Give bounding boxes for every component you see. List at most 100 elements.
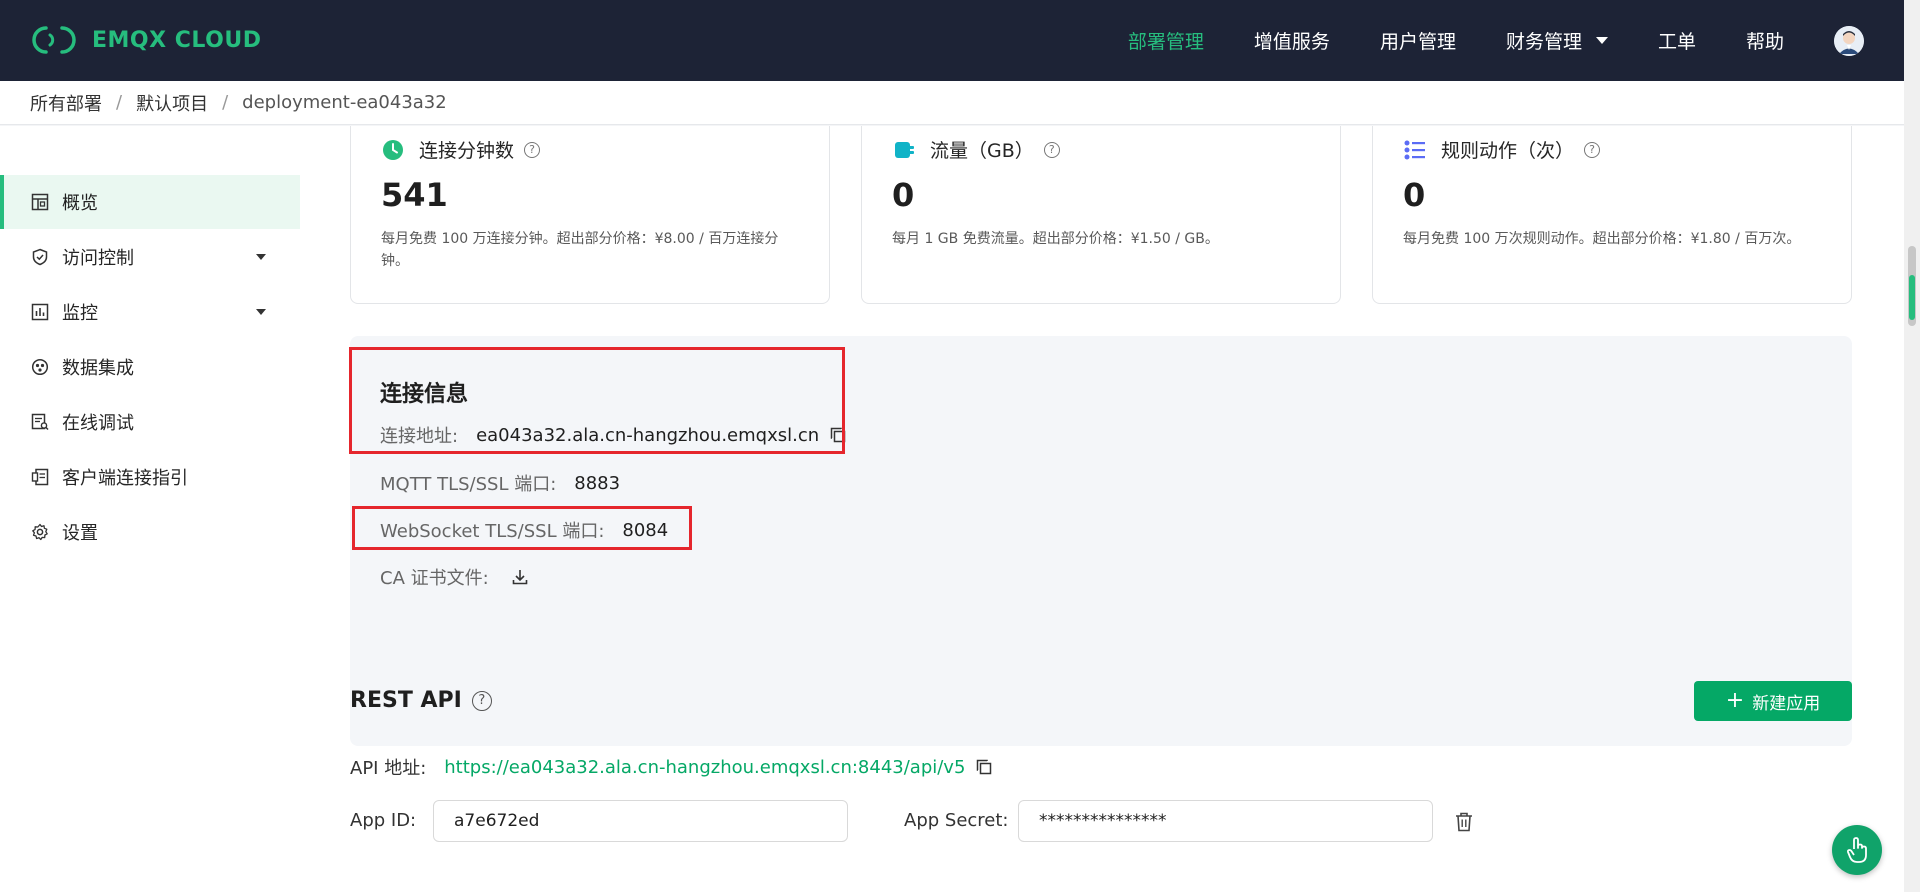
rest-api-title: REST API ? xyxy=(350,688,492,713)
help-icon[interactable]: ? xyxy=(524,141,541,158)
brand-name: EMQX CLOUD xyxy=(92,27,262,53)
card-title: 规则动作（次） xyxy=(1441,140,1575,162)
scrollbar-indicator xyxy=(1909,275,1915,320)
main-nav: 部署管理 增值服务 用户管理 财务管理 工单 帮助 xyxy=(1078,0,1864,81)
card-header: 流量（GB） ? xyxy=(892,136,1060,163)
card-header: 连接分钟数 ? xyxy=(381,136,541,163)
highlight-box-websocket xyxy=(352,506,692,550)
highlight-box-address xyxy=(349,347,845,454)
main-content: 连接分钟数 ? 541 每月免费 100 万连接分钟。超出部分价格：¥8.00 … xyxy=(300,126,1904,892)
stat-card-traffic: 流量（GB） ? 0 每月 1 GB 免费流量。超出部分价格：¥1.50 / G… xyxy=(861,126,1341,304)
sidebar-item-label: 在线调试 xyxy=(62,413,134,434)
download-icon[interactable] xyxy=(511,568,529,586)
clock-icon xyxy=(383,139,403,160)
ca-cert-row: CA 证书文件: xyxy=(380,564,529,590)
integration-icon xyxy=(30,357,50,377)
app-id-label: App ID: xyxy=(350,810,417,831)
stat-card-rule-actions: 规则动作（次） ? 0 每月免费 100 万次规则动作。超出部分价格：¥1.80… xyxy=(1372,126,1852,304)
nav-label: 财务管理 xyxy=(1505,31,1582,53)
trash-icon[interactable] xyxy=(1454,811,1474,833)
nav-tickets[interactable]: 工单 xyxy=(1658,27,1696,54)
list-icon xyxy=(1404,140,1425,159)
sidebar-item-access-control[interactable]: 访问控制 xyxy=(0,230,300,284)
mqtt-port-label: MQTT TLS/SSL 端口: xyxy=(380,474,557,495)
nav-help[interactable]: 帮助 xyxy=(1746,27,1784,54)
nav-finance-management[interactable]: 财务管理 xyxy=(1506,27,1608,54)
api-address-value[interactable]: https://ea043a32.ala.cn-hangzhou.emqxsl.… xyxy=(444,757,965,778)
chart-icon xyxy=(30,302,50,322)
sidebar-item-label: 概览 xyxy=(62,193,98,214)
sidebar-item-label: 客户端连接指引 xyxy=(62,468,188,489)
card-description: 每月免费 100 万次规则动作。超出部分价格：¥1.80 / 百万次。 xyxy=(1403,231,1801,247)
mqtt-port-value: 8883 xyxy=(574,472,621,494)
breadcrumb-separator: / xyxy=(222,92,229,113)
card-title: 流量（GB） xyxy=(930,140,1034,162)
client-guide-icon xyxy=(30,467,50,487)
sidebar-item-label: 设置 xyxy=(62,523,98,544)
user-avatar[interactable] xyxy=(1834,25,1864,56)
top-nav-bar: EMQX CLOUD 部署管理 增值服务 用户管理 财务管理 工单 帮助 xyxy=(0,0,1904,81)
app-secret-value: *************** xyxy=(1039,811,1167,831)
card-value: 541 xyxy=(381,176,448,214)
sidebar-item-online-debug[interactable]: 在线调试 xyxy=(0,395,300,449)
card-value: 0 xyxy=(1403,176,1426,214)
plus-icon: + xyxy=(1725,688,1745,713)
sidebar-item-monitoring[interactable]: 监控 xyxy=(0,285,300,339)
card-value: 0 xyxy=(892,176,915,214)
breadcrumb-current-deployment: deployment-ea043a32 xyxy=(242,92,447,113)
app-secret-field[interactable]: *************** xyxy=(1018,800,1433,842)
traffic-icon xyxy=(895,141,914,158)
dashboard-icon xyxy=(30,192,50,212)
sidebar-item-settings[interactable]: 设置 xyxy=(0,505,300,559)
help-icon[interactable]: ? xyxy=(1043,141,1060,158)
app-id-value: a7e672ed xyxy=(454,811,540,831)
breadcrumb-default-project[interactable]: 默认项目 xyxy=(136,90,208,116)
sidebar-item-label: 监控 xyxy=(62,303,98,324)
new-app-button[interactable]: + 新建应用 xyxy=(1694,681,1852,721)
caret-down-icon xyxy=(1595,37,1608,44)
debug-icon xyxy=(30,412,50,432)
mqtt-port-row: MQTT TLS/SSL 端口: 8883 xyxy=(380,470,620,496)
card-header: 规则动作（次） ? xyxy=(1403,136,1601,163)
sidebar-item-label: 数据集成 xyxy=(62,358,134,379)
rest-api-title-text: REST API xyxy=(350,688,462,713)
ca-cert-label: CA 证书文件: xyxy=(380,568,489,589)
breadcrumb-separator: / xyxy=(116,92,123,113)
nav-value-added-services[interactable]: 增值服务 xyxy=(1254,27,1330,54)
sidebar-item-client-guide[interactable]: 客户端连接指引 xyxy=(0,450,300,504)
emqx-logo[interactable]: EMQX CLOUD xyxy=(30,24,261,56)
breadcrumb-all-deployments[interactable]: 所有部署 xyxy=(30,90,102,116)
app-id-field[interactable]: a7e672ed xyxy=(433,800,848,842)
nav-deployment-management[interactable]: 部署管理 xyxy=(1128,27,1204,54)
api-address-row: API 地址: https://ea043a32.ala.cn-hangzhou… xyxy=(350,754,993,780)
sidebar-item-overview[interactable]: 概览 xyxy=(0,175,300,229)
nav-label: 增值服务 xyxy=(1253,31,1330,53)
shield-icon xyxy=(30,247,50,267)
card-description: 每月免费 100 万连接分钟。超出部分价格：¥8.00 / 百万连接分钟。 xyxy=(381,231,779,269)
card-description: 每月 1 GB 免费流量。超出部分价格：¥1.50 / GB。 xyxy=(892,231,1219,247)
help-icon[interactable]: ? xyxy=(471,690,492,711)
caret-down-icon xyxy=(256,309,266,315)
help-pointer-button[interactable] xyxy=(1832,825,1882,875)
nav-user-management[interactable]: 用户管理 xyxy=(1380,27,1456,54)
stat-card-connection-minutes: 连接分钟数 ? 541 每月免费 100 万连接分钟。超出部分价格：¥8.00 … xyxy=(350,126,830,304)
new-app-label: 新建应用 xyxy=(1752,693,1821,714)
app-secret-label: App Secret: xyxy=(904,810,1009,831)
caret-down-icon xyxy=(256,254,266,260)
logo-mark-icon xyxy=(32,26,76,54)
sidebar-item-data-integration[interactable]: 数据集成 xyxy=(0,340,300,394)
page-scrollbar[interactable] xyxy=(1904,0,1920,892)
copy-icon[interactable] xyxy=(975,758,993,776)
breadcrumb: 所有部署 / 默认项目 / deployment-ea043a32 xyxy=(0,81,1904,125)
card-title: 连接分钟数 xyxy=(419,140,515,162)
sidebar: 概览 访问控制 监控 数据集成 在线调试 客户端连接指引 设置 xyxy=(0,126,300,892)
help-icon[interactable]: ? xyxy=(1584,141,1601,158)
gear-icon xyxy=(30,522,50,542)
nav-label: 工单 xyxy=(1657,31,1696,53)
nav-label: 帮助 xyxy=(1745,31,1784,53)
pointer-hand-icon xyxy=(1847,837,1867,863)
avatar-icon xyxy=(1834,25,1864,56)
sidebar-item-label: 访问控制 xyxy=(62,248,134,269)
nav-label: 部署管理 xyxy=(1127,31,1204,53)
nav-label: 用户管理 xyxy=(1379,31,1456,53)
